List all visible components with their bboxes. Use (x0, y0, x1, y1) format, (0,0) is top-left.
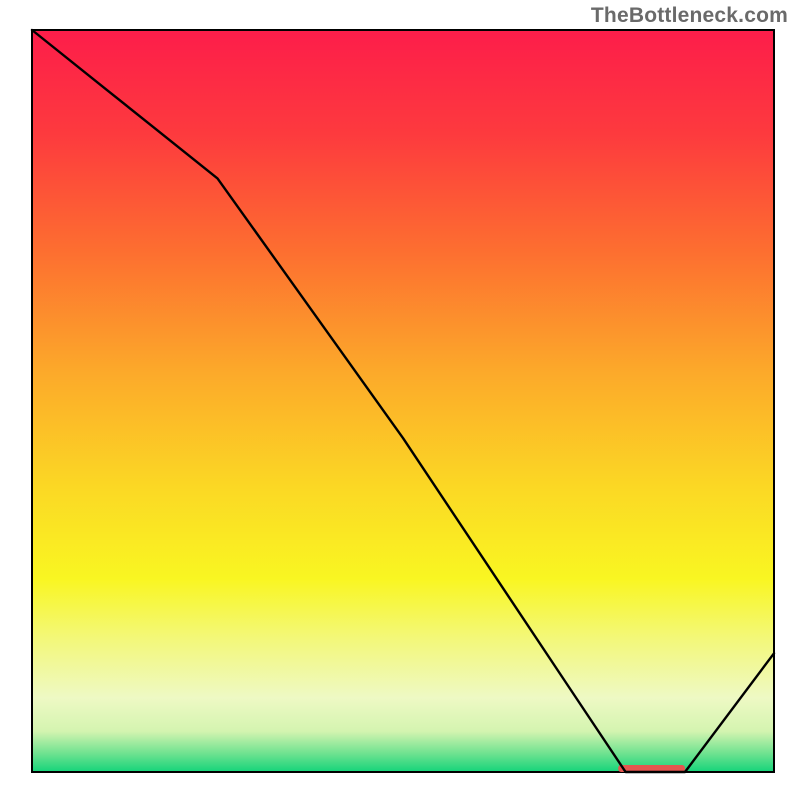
chart-svg (0, 0, 800, 800)
plot-background (32, 30, 774, 772)
chart-stage: TheBottleneck.com (0, 0, 800, 800)
